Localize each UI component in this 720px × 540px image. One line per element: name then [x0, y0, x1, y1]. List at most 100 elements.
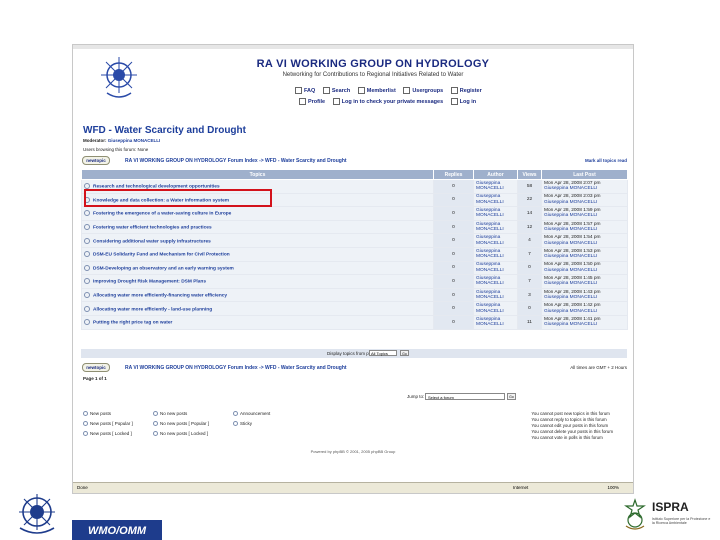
last-post-cell: Mon Apr 28, 2008 1:59 pm Giuseppina MONAC…: [541, 206, 628, 221]
author-link[interactable]: Giuseppina MONACELLI: [473, 233, 518, 248]
status-zoom[interactable]: 100%: [607, 485, 619, 490]
topic-filter-bar: Display topics from previous: All Topics…: [81, 349, 627, 358]
topic-link[interactable]: DSM-EU Solidarity Fund and Mechanism for…: [93, 252, 230, 257]
jump-select[interactable]: Select a forum: [425, 393, 505, 400]
author-link[interactable]: Giuseppina MONACELLI: [473, 301, 518, 316]
topic-link[interactable]: Allocating water more efficiently - land…: [93, 307, 212, 312]
replies-cell: 0: [433, 301, 474, 316]
author-link[interactable]: Giuseppina MONACELLI: [473, 219, 518, 235]
topic-cell[interactable]: Fostering the emergence of a water-savin…: [81, 206, 434, 221]
nav-login[interactable]: Log in: [450, 98, 476, 105]
topic-cell[interactable]: Allocating water more efficiently-financ…: [81, 287, 434, 303]
search-icon: [322, 87, 330, 94]
views-cell: 11: [517, 314, 542, 330]
faq-icon: [295, 87, 302, 94]
last-post-author[interactable]: Giuseppina MONACELLI: [544, 227, 625, 232]
last-post-author[interactable]: Giuseppina MONACELLI: [544, 281, 625, 286]
last-post-author[interactable]: Giuseppina MONACELLI: [544, 200, 625, 205]
topic-cell[interactable]: Allocating water more efficiently - land…: [81, 301, 434, 316]
topic-link[interactable]: DSM-Developing an observatory and an ear…: [93, 266, 234, 271]
last-post-author[interactable]: Giuseppina MONACELLI: [544, 186, 625, 191]
topic-link[interactable]: Putting the right price tag on water: [93, 320, 172, 325]
topic-status-icon: [153, 431, 158, 437]
wmo-caption: WMO/OMM: [72, 520, 162, 540]
topic-cell[interactable]: Considering additional water supply infr…: [81, 233, 434, 248]
topic-cell[interactable]: DSM-Developing an observatory and an ear…: [81, 260, 434, 276]
legend-item: New posts [ Locked ]: [83, 431, 132, 437]
author-link[interactable]: Giuseppina MONACELLI: [473, 274, 518, 289]
last-post-author[interactable]: Giuseppina MONACELLI: [544, 241, 625, 246]
memberlist-icon: [357, 87, 365, 94]
author-link[interactable]: Giuseppina MONACELLI: [473, 246, 518, 262]
new-topic-button-bottom[interactable]: newtopic: [82, 363, 110, 372]
folder-icon: [84, 223, 90, 230]
author-link[interactable]: Giuseppina MONACELLI: [473, 287, 518, 303]
topic-link[interactable]: Fostering the emergence of a water-savin…: [93, 212, 231, 217]
legend-item: Sticky: [233, 421, 252, 427]
topic-status-icon: [233, 421, 238, 427]
replies-cell: 0: [433, 219, 474, 235]
author-link[interactable]: Giuseppina MONACELLI: [473, 206, 518, 221]
last-post-cell: Mon Apr 28, 2008 1:43 pm Giuseppina MONAC…: [541, 287, 628, 303]
replies-cell: 0: [433, 192, 474, 208]
last-post-author[interactable]: Giuseppina MONACELLI: [544, 309, 625, 314]
page-count: Page 1 of 1: [83, 376, 107, 381]
views-cell: 3: [517, 287, 542, 303]
author-link[interactable]: Giuseppina MONACELLI: [473, 179, 518, 194]
views-cell: 0: [517, 260, 542, 276]
replies-cell: 0: [433, 287, 474, 303]
nav-search[interactable]: Search: [322, 87, 350, 94]
highlight-box: [84, 189, 272, 207]
topic-link[interactable]: Improving Drought Risk Management: DSM P…: [93, 280, 206, 285]
forum-title[interactable]: WFD - Water Scarcity and Drought: [83, 125, 246, 136]
views-cell: 14: [517, 206, 542, 221]
table-row: Fostering water efficient technologies a…: [81, 219, 628, 235]
nav-profile[interactable]: Profile: [299, 98, 325, 105]
breadcrumb[interactable]: RA VI WORKING GROUP ON HYDROLOGY Forum I…: [125, 158, 347, 164]
folder-icon: [84, 237, 90, 244]
topic-cell[interactable]: Putting the right price tag on water: [81, 314, 434, 330]
nav-faq[interactable]: FAQ: [295, 87, 315, 94]
new-topic-button[interactable]: newtopic: [82, 156, 110, 165]
topic-cell[interactable]: Improving Drought Risk Management: DSM P…: [81, 274, 434, 289]
nav-row-2: Profile Log in to check your private mes…: [299, 98, 482, 105]
author-link[interactable]: Giuseppina MONACELLI: [473, 260, 518, 276]
replies-cell: 0: [433, 206, 474, 221]
filter-select[interactable]: All Topics: [369, 350, 397, 356]
views-cell: 0: [517, 301, 542, 316]
mark-read-link[interactable]: Mark all topics read: [585, 158, 627, 163]
nav-memberlist[interactable]: Memberlist: [357, 87, 396, 94]
breadcrumb-bottom[interactable]: RA VI WORKING GROUP ON HYDROLOGY Forum I…: [125, 365, 347, 371]
filter-go-button[interactable]: Go: [400, 350, 409, 356]
jump-go-button[interactable]: Go: [507, 393, 516, 400]
topic-cell[interactable]: Fostering water efficient technologies a…: [81, 219, 434, 235]
views-cell: 58: [517, 179, 542, 194]
last-post-author[interactable]: Giuseppina MONACELLI: [544, 254, 625, 259]
permission-line: You cannot vote in polls in this forum: [531, 435, 603, 440]
nav-messages[interactable]: Log in to check your private messages: [332, 98, 443, 105]
last-post-cell: Mon Apr 28, 2008 1:41 pm Giuseppina MONAC…: [541, 314, 628, 330]
author-link[interactable]: Giuseppina MONACELLI: [473, 314, 518, 330]
folder-icon: [84, 251, 90, 258]
last-post-author[interactable]: Giuseppina MONACELLI: [544, 213, 625, 218]
powered-by: Powered by phpBB © 2001, 2005 phpBB Grou…: [310, 449, 396, 454]
last-post-author[interactable]: Giuseppina MONACELLI: [544, 295, 625, 300]
jump-label: Jump to:: [407, 394, 425, 399]
ispra-logo: ISPRA Istituto Superiore per la Protezio…: [622, 498, 718, 540]
topic-link[interactable]: Considering additional water supply infr…: [93, 239, 211, 244]
author-link[interactable]: Giuseppina MONACELLI: [473, 192, 518, 208]
legend-item: No new posts [ Locked ]: [153, 431, 208, 437]
topic-link[interactable]: Fostering water efficient technologies a…: [93, 225, 212, 230]
italian-emblem-icon: [624, 498, 646, 530]
topic-link[interactable]: Allocating water more efficiently-financ…: [93, 293, 227, 298]
browser-status-bar: Done Internet 100%: [73, 482, 633, 493]
nav-usergroups[interactable]: Usergroups: [403, 87, 443, 94]
nav-register[interactable]: Register: [450, 87, 482, 94]
topic-cell[interactable]: DSM-EU Solidarity Fund and Mechanism for…: [81, 246, 434, 262]
browser-screenshot: RA VI WORKING GROUP ON HYDROLOGY Network…: [72, 44, 634, 494]
last-post-author[interactable]: Giuseppina MONACELLI: [544, 268, 625, 273]
timezone-note: All times are GMT + 2 Hours: [570, 365, 627, 370]
status-done: Done: [77, 485, 88, 490]
last-post-author[interactable]: Giuseppina MONACELLI: [544, 322, 625, 327]
moderator-link[interactable]: Giuseppina MONACELLI: [108, 138, 161, 143]
